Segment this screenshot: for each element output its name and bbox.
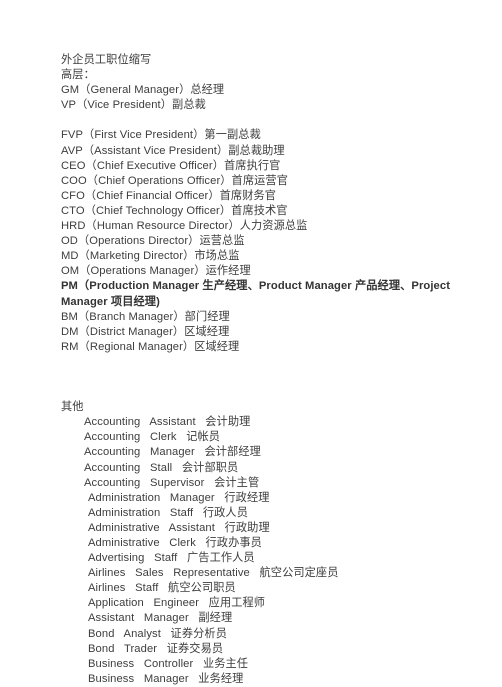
job-title-line-bond-trader: Bond Trader 证券交易员 <box>88 642 224 655</box>
job-title-line-bond-analyst: Bond Analyst 证券分析员 <box>88 627 227 640</box>
job-title-line-ceo: CEO（Chief Executive Officer）首席执行官 <box>61 159 281 172</box>
job-title-line-cto: CTO（Chief Technology Officer）首席技术官 <box>61 204 288 217</box>
section-heading-others: 其他 <box>61 401 84 414</box>
job-title-line-administration-staff: Administration Staff 行政人员 <box>88 506 248 519</box>
job-title-line-administration-manager: Administration Manager 行政经理 <box>88 491 270 504</box>
document-text-body[interactable]: 外企员工职位缩写 高层： GM（General Manager）总经理 VP（V… <box>61 53 481 687</box>
document-page: 外企员工职位缩写 高层： GM（General Manager）总经理 VP（V… <box>0 0 502 685</box>
job-title-line-bm: BM（Branch Manager）部门经理 <box>61 310 230 323</box>
job-title-line-accounting-clerk: Accounting Clerk 记帐员 <box>84 431 221 444</box>
job-title-line-airlines-staff: Airlines Staff 航空公司职员 <box>88 582 236 595</box>
job-title-line-pm: PM（Production Manager 生产经理、Product Manag… <box>61 280 454 308</box>
job-title-line-accounting-stall: Accounting Stall 会计部职员 <box>84 461 239 474</box>
job-title-line-airlines-sales-representative: Airlines Sales Representative 航空公司定座员 <box>88 567 339 580</box>
job-title-line-cfo: CFO（Chief Financial Officer）首席财务官 <box>61 189 277 202</box>
section-heading-senior-management: 高层： <box>61 69 95 82</box>
job-title-line-business-controller: Business Controller 业务主任 <box>88 657 249 670</box>
job-title-line-advertising-staff: Advertising Staff 广告工作人员 <box>88 552 255 565</box>
job-title-line-om: OM（Operations Manager）运作经理 <box>61 265 251 278</box>
job-title-line-assistant-manager: Assistant Manager 副经理 <box>88 612 233 625</box>
job-title-line-vp: VP（Vice President）副总裁 <box>61 99 206 112</box>
job-title-line-accounting-assistant: Accounting Assistant 会计助理 <box>84 416 251 429</box>
job-title-line-application-engineer: Application Engineer 应用工程师 <box>88 597 266 610</box>
job-title-line-administrative-assistant: Administrative Assistant 行政助理 <box>88 521 270 534</box>
job-title-line-coo: COO（Chief Operations Officer）首席运营官 <box>61 174 288 187</box>
job-title-line-accounting-manager: Accounting Manager 会计部经理 <box>84 446 261 459</box>
document-title: 外企员工职位缩写 <box>61 54 152 66</box>
job-title-line-accounting-supervisor: Accounting Supervisor 会计主管 <box>84 476 260 489</box>
job-title-line-gm: GM（General Manager）总经理 <box>61 84 225 97</box>
job-title-line-md: MD（Marketing Director）市场总监 <box>61 250 240 263</box>
job-title-line-administrative-clerk: Administrative Clerk 行政办事员 <box>88 537 262 549</box>
job-title-line-business-manager: Business Manager 业务经理 <box>88 672 244 685</box>
job-title-line-fvp: FVP（First Vice President）第一副总裁 <box>61 129 261 142</box>
job-title-line-dm: DM（District Manager）区域经理 <box>61 325 230 338</box>
job-title-line-hrd: HRD（Human Resource Director）人力资源总监 <box>61 220 308 233</box>
job-title-line-od: OD（Operations Director）运营总监 <box>61 235 245 248</box>
job-title-line-avp: AVP（Assistant Vice President）副总裁助理 <box>61 144 285 157</box>
job-title-line-rm: RM（Regional Manager）区域经理 <box>61 340 240 353</box>
